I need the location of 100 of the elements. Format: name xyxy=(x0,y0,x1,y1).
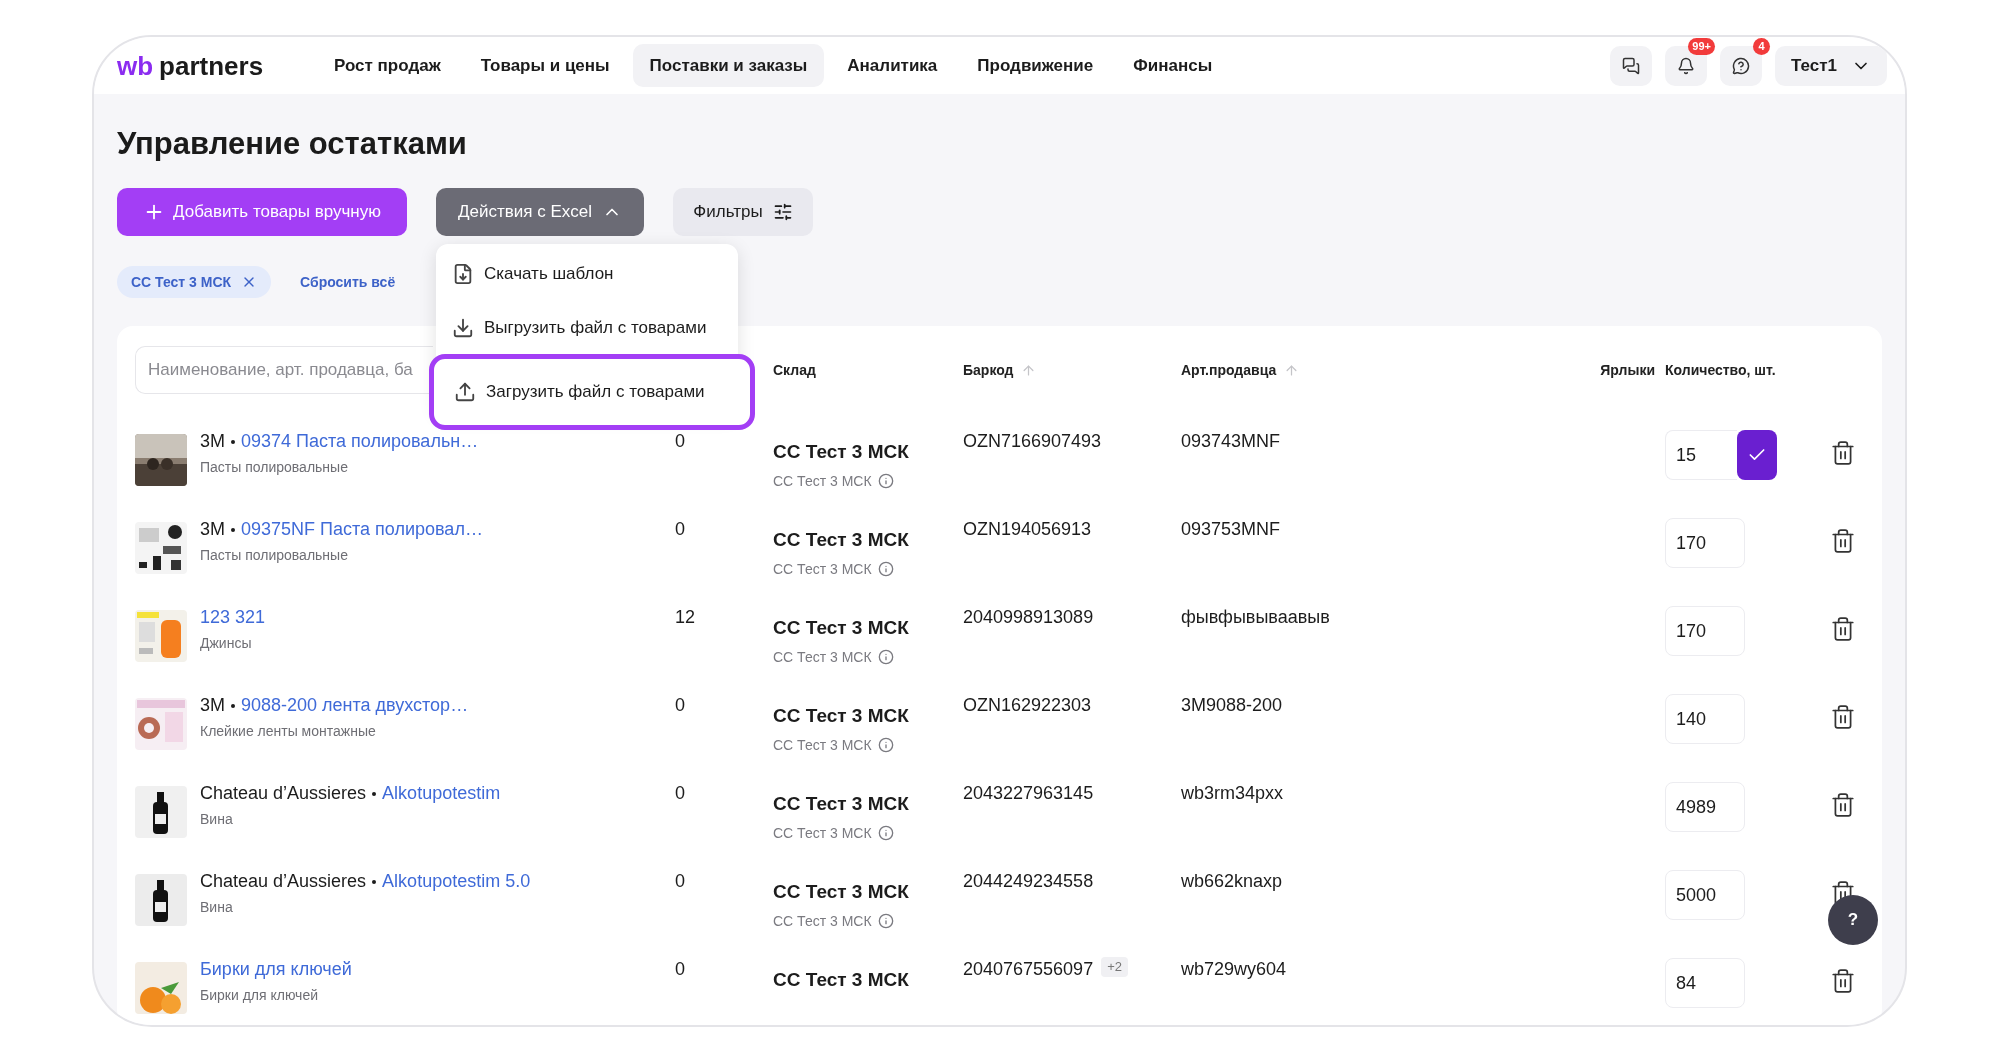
count-badge: 99+ xyxy=(1688,37,1715,55)
seller-article: 3M9088-200 xyxy=(1181,694,1284,717)
product-link[interactable]: 09374 Паста полировальн… xyxy=(241,428,479,455)
delete-icon[interactable] xyxy=(1830,968,1856,994)
barcode-text: 2040767556097 xyxy=(963,958,1094,981)
delete-icon[interactable] xyxy=(1830,528,1856,554)
product-category: Бирки для ключей xyxy=(200,986,319,1005)
menu-item[interactable]: Скачать шаблон xyxy=(436,246,738,302)
quantity-field[interactable]: 170 xyxy=(1665,606,1745,656)
product-link[interactable]: 123 321 xyxy=(200,604,266,631)
info-icon[interactable] xyxy=(877,913,894,929)
notification-icon xyxy=(1677,56,1695,75)
column-header: Склад xyxy=(773,360,816,380)
warehouse-subtitle: СС Тест 3 МСК xyxy=(773,735,872,755)
product-link[interactable]: Бирки для ключей xyxy=(200,956,352,983)
info-icon[interactable] xyxy=(877,825,894,841)
barcode-text: OZN162922303 xyxy=(963,694,1092,717)
warehouse-subtitle: СС Тест 3 МСК xyxy=(773,471,872,491)
seller-article: 093753MNF xyxy=(1181,518,1282,541)
product-category: Вина xyxy=(200,810,234,829)
warehouse-name: СС Тест 3 МСК xyxy=(773,616,910,640)
more-barcodes-badge[interactable]: +2 xyxy=(1101,957,1128,977)
warehouse-subtitle: СС Тест 3 МСК xyxy=(773,647,872,667)
warehouse-name: СС Тест 3 МСК xyxy=(773,704,910,728)
product-link[interactable]: 09375NF Паста полировал… xyxy=(241,516,483,543)
info-icon[interactable] xyxy=(877,561,894,577)
menu-item[interactable]: Выгрузить файл с товарами xyxy=(436,302,738,354)
brand-name: 3M xyxy=(200,518,225,541)
excel-actions-button[interactable]: Действия с Excel xyxy=(436,188,644,236)
product-category: Пасты полировальные xyxy=(200,546,349,565)
barcode-text: 2043227963145 xyxy=(963,782,1094,805)
barcode-text: 2040998913089 xyxy=(963,606,1094,629)
user-menu-button[interactable]: Тест1 xyxy=(1775,45,1887,86)
menu-item[interactable]: Загрузить файл с товарами xyxy=(429,354,755,430)
file-download-icon xyxy=(452,263,474,285)
nav-tab[interactable]: Продвижение xyxy=(960,44,1111,87)
column-header[interactable]: Баркод xyxy=(963,359,1014,381)
barcode-text: OZN194056913 xyxy=(963,518,1092,541)
info-icon[interactable] xyxy=(877,737,894,753)
seller-article: wb3rm34pxx xyxy=(1181,782,1285,805)
barcode-text: OZN7166907493 xyxy=(963,430,1102,453)
warehouse-name: СС Тест 3 МСК xyxy=(773,440,910,464)
warehouse-subtitle: СС Тест 3 МСК xyxy=(773,823,872,843)
product-link[interactable]: 9088-200 лента двухстор… xyxy=(241,692,469,719)
nav-tab[interactable]: Аналитика xyxy=(830,44,955,87)
quantity-field[interactable]: 140 xyxy=(1665,694,1745,744)
count-badge: 4 xyxy=(1753,37,1770,55)
nav-tab[interactable]: Финансы xyxy=(1116,44,1230,87)
delete-icon[interactable] xyxy=(1830,792,1856,818)
seller-article: wb729wy604 xyxy=(1181,958,1288,981)
filters-button[interactable]: Фильтры xyxy=(673,188,813,236)
product-link[interactable]: Alkotupotestim xyxy=(382,780,501,807)
delete-icon[interactable] xyxy=(1830,440,1856,466)
seller-article: 093743MNF xyxy=(1181,430,1282,453)
logo[interactable]: wb partners xyxy=(117,52,297,79)
brand-name: 3M xyxy=(200,430,225,453)
info-icon[interactable] xyxy=(877,473,894,489)
stock-count: 0 xyxy=(675,870,686,893)
confirm-button[interactable] xyxy=(1737,430,1777,480)
warehouse-name: СС Тест 3 МСК xyxy=(773,880,910,904)
column-header: Ярлыки xyxy=(1600,360,1655,380)
quantity-field[interactable]: 170 xyxy=(1665,518,1745,568)
brand-name: 3M xyxy=(200,694,225,717)
quantity-field[interactable]: 4989 xyxy=(1665,782,1745,832)
brand-name: Chateau d’Aussieres xyxy=(200,870,367,893)
nav-tab[interactable]: Поставки и заказы xyxy=(632,44,825,87)
seller-article: wb662knaxp xyxy=(1181,870,1284,893)
product-category: Вина xyxy=(200,898,234,917)
product-category: Пасты полировальные xyxy=(200,458,349,477)
product-category: Клейкие ленты монтажные xyxy=(200,722,377,741)
add-products-button[interactable]: Добавить товары вручную xyxy=(117,188,407,236)
seller-article: фывфывываавыв xyxy=(1181,606,1331,629)
info-icon[interactable] xyxy=(877,649,894,665)
reset-all-link[interactable]: Сбросить всё xyxy=(300,271,396,293)
delete-icon[interactable] xyxy=(1830,704,1856,730)
column-header: Количество, шт. xyxy=(1665,360,1776,380)
page-title: Управление остатками xyxy=(117,125,468,163)
stock-count: 0 xyxy=(675,430,686,453)
filter-chip[interactable]: СС Тест 3 МСК xyxy=(117,266,272,298)
stock-count: 0 xyxy=(675,782,686,805)
column-header[interactable]: Арт.продавца xyxy=(1181,359,1277,381)
stock-count: 12 xyxy=(675,606,697,629)
warehouse-subtitle: СС Тест 3 МСК xyxy=(773,911,872,931)
stock-count: 0 xyxy=(675,518,686,541)
search-field[interactable]: Наименование, арт. продавца, ба xyxy=(135,346,433,394)
product-category: Джинсы xyxy=(200,634,253,653)
nav-tab[interactable]: Рост продаж xyxy=(317,44,458,87)
help-icon xyxy=(1732,56,1750,75)
warehouse-name: СС Тест 3 МСК xyxy=(773,792,910,816)
warehouse-subtitle: СС Тест 3 МСК xyxy=(773,559,872,579)
filter-icon xyxy=(772,202,793,222)
product-link[interactable]: Alkotupotestim 5.0 xyxy=(382,868,531,895)
upload-icon xyxy=(454,381,476,403)
quantity-field[interactable]: 5000 xyxy=(1665,870,1745,920)
delete-icon[interactable] xyxy=(1830,616,1856,642)
nav-tab[interactable]: Товары и цены xyxy=(463,44,627,87)
stock-count: 0 xyxy=(675,694,686,717)
quantity-field[interactable]: 84 xyxy=(1665,958,1745,1008)
header-icon-button[interactable] xyxy=(1610,45,1652,86)
download-icon xyxy=(452,317,474,339)
